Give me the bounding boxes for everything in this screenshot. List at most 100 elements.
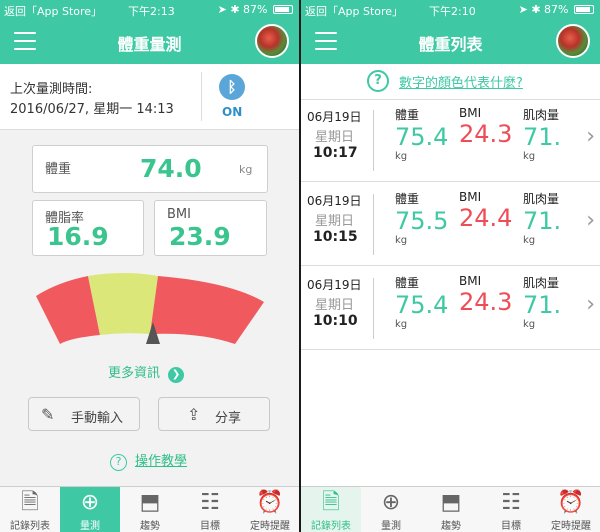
muscle-column: 肌肉量 71. kg <box>523 190 573 246</box>
weight-value: 75.4 <box>395 123 449 151</box>
tab-label: 趨勢 <box>441 521 461 532</box>
status-time: 下午2:13 <box>128 5 175 18</box>
manual-input-button[interactable]: ✎ 手動輸入 <box>28 397 140 431</box>
weight-label: 體重 <box>395 192 420 206</box>
bmi-label: BMI <box>459 106 482 120</box>
battery-percent: 87% <box>243 3 268 16</box>
trend-icon: ⬒ <box>440 490 462 515</box>
battery-percent: 87% <box>544 3 569 16</box>
record-date: 06月19日 <box>307 278 362 292</box>
record-date: 06月19日 <box>307 194 362 208</box>
muscle-value: 71. <box>523 207 562 235</box>
weight-unit: kg <box>395 235 408 246</box>
weight-unit: kg <box>239 163 253 176</box>
divider <box>373 110 374 171</box>
muscle-unit: kg <box>523 151 536 162</box>
chevron-right-icon: › <box>586 124 595 149</box>
status-right: ➤ ✱ 87% <box>519 3 594 16</box>
tab-reminder[interactable]: ⏰ 定時提醒 <box>240 487 299 532</box>
avatar[interactable] <box>556 24 590 58</box>
muscle-label: 肌肉量 <box>523 276 560 290</box>
question-icon: ? <box>367 70 389 92</box>
weight-label: 體重 <box>395 108 420 122</box>
avatar[interactable] <box>255 24 289 58</box>
bluetooth-icon[interactable]: ᛒ <box>219 74 245 100</box>
status-bar: 返回「App Store」 下午2:13 ➤ ✱ 87% <box>0 0 299 20</box>
record-time: 10:17 <box>313 145 358 161</box>
back-to-app-store[interactable]: 返回「App Store」 <box>4 3 102 19</box>
tab-measure[interactable]: ⊕ 量測 <box>60 487 120 532</box>
chevron-right-icon: › <box>586 208 595 233</box>
bmi-column: BMI 24.4 <box>459 190 529 232</box>
pencil-icon: ✎ <box>41 405 55 424</box>
status-right: ➤ ✱ 87% <box>218 3 293 16</box>
gauge-segment-middle <box>88 273 158 335</box>
tab-label: 量測 <box>80 521 100 532</box>
gauge-segment-right <box>150 276 264 344</box>
tab-label: 量測 <box>381 521 401 532</box>
tab-bar: 🗎 記錄列表 ⊕ 量測 ⬒ 趨勢 ☷ 目標 ⏰ 定時提醒 <box>301 486 600 532</box>
last-measurement: 上次量測時間: 2016/06/27, 星期一 14:13 ᛒ ON <box>0 64 299 130</box>
tab-record-list[interactable]: 🗎 記錄列表 <box>0 487 60 532</box>
more-info-link[interactable]: 更多資訊 ❯ <box>108 362 185 383</box>
color-legend-row: ? 數字的顏色代表什麼? <box>301 64 600 100</box>
status-time: 下午2:10 <box>429 5 476 18</box>
more-info-label: 更多資訊 <box>108 366 161 381</box>
tab-label: 趨勢 <box>140 521 160 532</box>
weight-label: 體重 <box>395 276 420 290</box>
bmi-column: BMI 24.3 <box>459 274 529 316</box>
tutorial-link[interactable]: 操作教學 <box>135 454 187 469</box>
muscle-value: 71. <box>523 123 562 151</box>
record-time: 10:10 <box>313 313 358 329</box>
tab-trend[interactable]: ⬒ 趨勢 <box>120 487 180 532</box>
bmi-label: BMI <box>459 274 482 288</box>
tab-trend[interactable]: ⬒ 趨勢 <box>421 487 481 532</box>
bmi-column: BMI 24.3 <box>459 106 529 148</box>
plus-icon: ⊕ <box>80 490 100 515</box>
tab-reminder[interactable]: ⏰ 定時提醒 <box>541 487 600 532</box>
last-measurement-label: 上次量測時間: <box>10 82 93 97</box>
bluetooth-status-icon: ✱ <box>230 3 240 16</box>
last-measurement-value: 2016/06/27, 星期一 14:13 <box>10 102 174 117</box>
record-row[interactable]: 06月19日 星期日 10:17 體重 75.4 kg BMI 24.3 肌肉量 71. kg › <box>301 100 600 182</box>
document-icon: 🗎 <box>21 490 39 515</box>
muscle-unit: kg <box>523 235 536 246</box>
bmi-label: BMI <box>459 190 482 204</box>
record-row[interactable]: 06月19日 星期日 10:15 體重 75.5 kg BMI 24.4 肌肉量 71. kg › <box>301 184 600 266</box>
document-icon: 🗎 <box>322 490 340 515</box>
weight-column: 體重 75.4 kg <box>395 106 465 162</box>
battery-icon <box>574 5 594 14</box>
muscle-label: 肌肉量 <box>523 192 560 206</box>
tab-measure[interactable]: ⊕ 量測 <box>361 487 421 532</box>
tab-goal[interactable]: ☷ 目標 <box>180 487 240 532</box>
chevron-right-icon: › <box>586 292 595 317</box>
body-gauge <box>36 273 264 344</box>
alarm-icon: ⏰ <box>256 490 284 515</box>
share-button[interactable]: ⇪ 分享 <box>158 397 270 431</box>
weight-value: 74.0 <box>140 154 202 183</box>
bmi-label: BMI <box>167 207 191 222</box>
weight-unit: kg <box>395 151 408 162</box>
record-weekday: 星期日 <box>315 130 355 145</box>
tab-label: 定時提醒 <box>250 521 290 532</box>
color-legend-link[interactable]: 數字的顏色代表什麼? <box>399 72 523 91</box>
tab-record-list[interactable]: 🗎 記錄列表 <box>301 487 361 532</box>
bmi-value: 24.3 <box>459 120 513 148</box>
divider <box>373 194 374 255</box>
muscle-column: 肌肉量 71. kg <box>523 106 573 162</box>
tab-goal[interactable]: ☷ 目標 <box>481 487 541 532</box>
tab-label: 記錄列表 <box>311 521 351 532</box>
tab-label: 目標 <box>200 521 220 532</box>
record-date: 06月19日 <box>307 110 362 124</box>
muscle-column: 肌肉量 71. kg <box>523 274 573 330</box>
back-to-app-store[interactable]: 返回「App Store」 <box>305 3 403 19</box>
weight-card: 體重 74.0 kg <box>32 145 268 193</box>
record-row[interactable]: 06月19日 星期日 10:10 體重 75.4 kg BMI 24.3 肌肉量 71. kg › <box>301 268 600 350</box>
weight-unit: kg <box>395 319 408 330</box>
alarm-icon: ⏰ <box>557 490 585 515</box>
share-label: 分享 <box>215 411 242 426</box>
tutorial-row: ? 操作教學 <box>110 450 187 471</box>
list-screen: 返回「App Store」 下午2:10 ➤ ✱ 87% 體重列表 ? 數字的顏… <box>301 0 600 532</box>
bluetooth-status-icon: ✱ <box>531 3 541 16</box>
tab-bar: 🗎 記錄列表 ⊕ 量測 ⬒ 趨勢 ☷ 目標 ⏰ 定時提醒 <box>0 486 299 532</box>
